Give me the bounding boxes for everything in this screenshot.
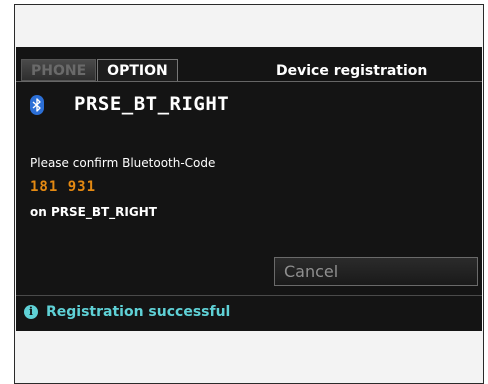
tab-divider	[16, 81, 482, 82]
tab-bar: PHONE OPTION	[21, 59, 178, 81]
page-title: Device registration	[276, 63, 428, 79]
confirm-prompt: Please confirm Bluetooth-Code	[30, 156, 216, 170]
device-registration-screen: PHONE OPTION Device registration PRSE_BT…	[16, 47, 482, 331]
tab-phone[interactable]: PHONE	[21, 59, 97, 81]
status-message: Registration successful	[46, 304, 231, 320]
tab-option[interactable]: OPTION	[97, 59, 178, 81]
status-divider	[16, 295, 482, 296]
status-bar: i Registration successful	[24, 304, 230, 320]
target-device-label: on PRSE_BT_RIGHT	[30, 205, 157, 219]
bluetooth-code: 181 931	[30, 179, 97, 195]
bluetooth-icon	[30, 95, 44, 115]
info-icon: i	[24, 305, 38, 319]
device-name: PRSE_BT_RIGHT	[74, 93, 230, 115]
cancel-button[interactable]: Cancel	[274, 257, 478, 286]
